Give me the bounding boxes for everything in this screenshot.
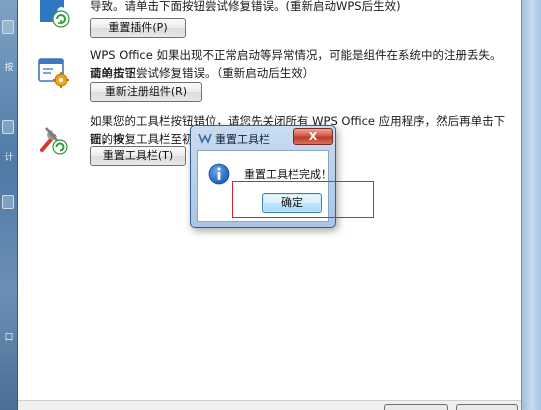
section-reset-plugin: 导致。请单击下面按钮尝试修复错误。(重新启动WPS后生效) 重置插件(P)	[18, 0, 521, 40]
section-description: 导致。请单击下面按钮尝试修复错误。(重新启动WPS后生效)	[90, 0, 401, 13]
desktop-icon-label: 按	[4, 63, 14, 73]
dialog-message: 重置工具栏完成！	[244, 168, 332, 181]
dialog-title: 重置工具栏	[215, 133, 270, 146]
section-reregister: WPS Office 如果出现不正常启动等异常情况，可能是组件在系统中的注册丢失…	[18, 44, 521, 104]
desktop-icon[interactable]	[2, 120, 14, 134]
window-frame-right	[521, 0, 541, 410]
desktop-icon[interactable]	[2, 20, 14, 34]
bottom-button[interactable]	[384, 404, 448, 410]
window-gear-icon	[38, 58, 69, 88]
desktop-icon[interactable]	[2, 195, 14, 209]
desktop-icon-label: 口	[4, 333, 14, 343]
bottom-button[interactable]	[456, 404, 518, 410]
section-description-line: 面的按钮尝试修复错误。（重新启动后生效）	[90, 66, 315, 80]
desktop-background-strip: 按 计 口	[0, 0, 18, 410]
desktop-icon-label: 计	[4, 153, 14, 163]
reset-toolbar-button[interactable]: 重置工具栏(T)	[90, 146, 186, 166]
tools-refresh-icon	[40, 127, 68, 155]
wps-app-icon	[198, 133, 212, 144]
dialog-close-button[interactable]: X	[293, 128, 333, 145]
reregister-components-button[interactable]: 重新注册组件(R)	[90, 82, 202, 102]
highlight-box	[232, 181, 374, 218]
info-icon	[208, 163, 230, 185]
reset-plugin-button[interactable]: 重置插件(P)	[90, 18, 186, 38]
puzzle-refresh-icon	[40, 0, 70, 28]
